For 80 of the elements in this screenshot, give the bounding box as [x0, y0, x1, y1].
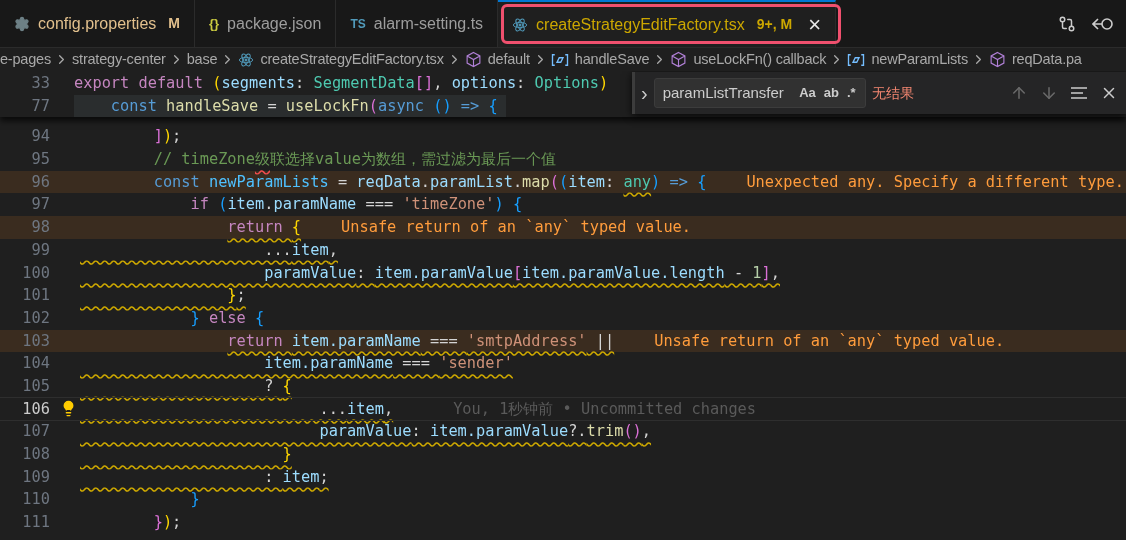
cube-icon: [670, 51, 688, 68]
diagnostic-message: Unsafe return of an `any` typed value.: [341, 217, 691, 239]
no-results-label: 无结果: [871, 83, 914, 103]
code-line: // timeZone级联选择value为数组，需过滤为最后一个值: [152, 149, 557, 171]
code-line: item.paramName === 'sender': [263, 353, 513, 375]
line-number: 98: [30, 217, 51, 239]
breadcrumb-item[interactable]: e-pages: [0, 48, 51, 71]
line-number: 95: [30, 149, 51, 171]
line-number: 97: [30, 194, 51, 216]
gear-icon: [14, 15, 30, 32]
line-number: 103: [21, 330, 51, 352]
tab-label: alarm-setting.ts: [373, 13, 484, 34]
line-number: 101: [21, 285, 51, 307]
find-input-field[interactable]: paramListTransfer Aa ab .*: [653, 78, 866, 108]
react-file-icon: [512, 16, 529, 33]
code-line: return item.paramName === 'smtpAddress' ||: [226, 330, 615, 352]
git-blame-annotation: You, 1秒钟前 • Uncommitted changes: [453, 398, 756, 420]
diagnostic-message: Unexpected any. Specify a different type.: [746, 171, 1124, 193]
breadcrumb-item[interactable]: handleSave: [574, 48, 650, 71]
close-tab-button[interactable]: ×: [808, 13, 822, 36]
tab-label: createStrategyEditFactory.tsx: [536, 14, 745, 35]
line-number: 77: [30, 95, 51, 117]
find-option-toggle[interactable]: Aa: [798, 81, 817, 105]
line-number: 96: [30, 171, 51, 193]
line-number: 33: [30, 73, 51, 94]
code-line: };: [226, 285, 246, 307]
variable-icon: [550, 52, 569, 67]
breadcrumb-item[interactable]: base: [186, 48, 218, 71]
line-number: 110: [21, 489, 51, 511]
variable-icon: [847, 52, 866, 67]
code-line: ]);: [152, 126, 182, 148]
code-line: paramValue: item.paramValue[item.paramValue.length - 1],: [263, 262, 780, 284]
code-line: return {: [226, 217, 302, 239]
cube-icon: [988, 51, 1006, 68]
line-number: 106: [21, 398, 51, 420]
find-in-selection-icon[interactable]: [1070, 86, 1088, 100]
tab-status-label: M: [168, 14, 180, 33]
react-file-icon: [238, 51, 255, 68]
line-number: 107: [21, 421, 51, 443]
code-line: paramValue: item.paramValue?.trim(),: [318, 421, 652, 443]
line-number: 99: [30, 239, 51, 261]
back-arrow-icon[interactable]: [1092, 15, 1114, 32]
breadcrumb-item[interactable]: default: [487, 48, 530, 71]
breadcrumb-item[interactable]: strategy-center: [72, 48, 166, 71]
replace-toggle[interactable]: ›: [635, 81, 654, 105]
find-option-toggle[interactable]: ab: [822, 81, 840, 105]
breadcrumb-item[interactable]: reqData.pa: [1011, 48, 1082, 71]
code-line: const newParamLists = reqData.paramList.map((item: any) => {: [152, 171, 707, 193]
tab-label: config.properties: [38, 13, 157, 34]
code-line: });: [152, 512, 182, 534]
line-number: 109: [21, 466, 51, 488]
line-number: 94: [30, 126, 51, 148]
line-number: 111: [21, 512, 51, 534]
previous-match-icon[interactable]: [1010, 84, 1028, 102]
line-number: 108: [21, 444, 51, 465]
code-line: } else {: [189, 307, 265, 329]
json-file-icon: {}: [208, 13, 220, 34]
line-number: 100: [21, 262, 51, 284]
code-line: if (item.paramName === 'timeZone') {: [189, 194, 523, 216]
compare-changes-icon[interactable]: [1058, 14, 1076, 33]
breadcrumb-item[interactable]: createStrategyEditFactory.tsx: [260, 48, 444, 71]
next-match-icon[interactable]: [1040, 84, 1058, 102]
breadcrumb-item[interactable]: newParamLists: [871, 48, 968, 71]
line-number: 105: [21, 375, 51, 397]
line-number: 102: [21, 307, 51, 329]
sticky-code-line: export default (segments: SegmentData[], options: Options): [74, 73, 610, 94]
tab-status-label: 9+, M: [756, 15, 793, 34]
code-line: ...item,: [263, 239, 338, 261]
code-line: }: [189, 489, 200, 511]
code-line: : item;: [263, 466, 329, 488]
breadcrumb-item[interactable]: useLockFn() callback: [693, 48, 827, 71]
typescript-file-icon: TS: [350, 14, 366, 33]
code-line: ? {: [263, 375, 292, 397]
diagnostic-message: Unsafe return of an `any` typed value.: [654, 330, 1005, 352]
line-number: 104: [21, 353, 51, 375]
tab-label: package.json: [227, 13, 322, 34]
code-line: ...item,: [318, 398, 394, 420]
find-option-toggle[interactable]: .*: [846, 81, 857, 105]
code-line: }: [281, 444, 292, 465]
cube-icon: [464, 51, 482, 68]
